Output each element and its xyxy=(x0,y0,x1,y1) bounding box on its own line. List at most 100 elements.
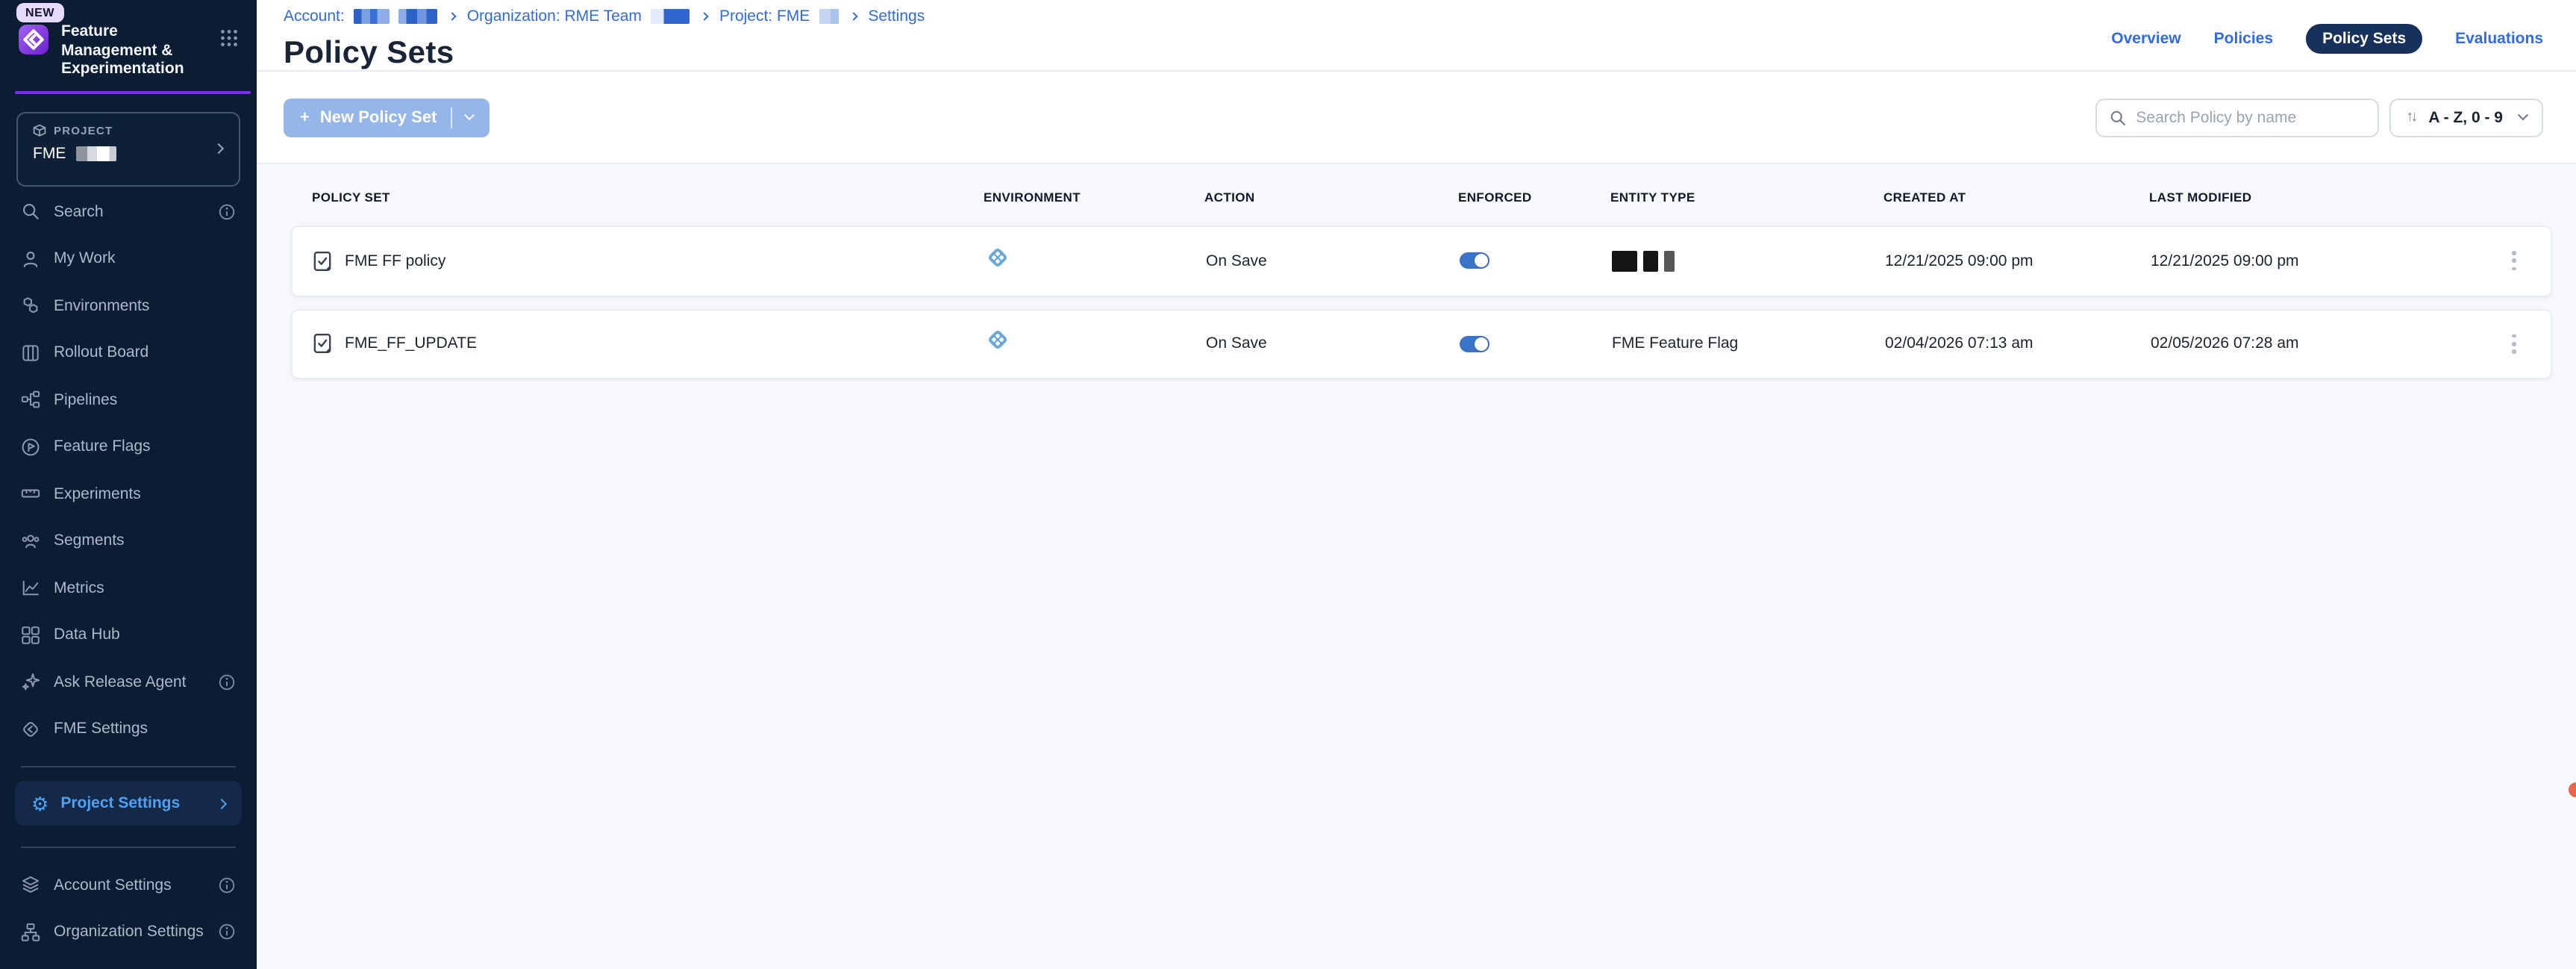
sidebar-item-label: Pipelines xyxy=(54,391,117,409)
policy-set-table: POLICY SET ENVIRONMENT ACTION ENFORCED E… xyxy=(257,164,2576,969)
breadcrumb-organization[interactable]: Organization: RME Team xyxy=(467,7,642,25)
ruler-icon xyxy=(21,484,40,504)
split-diamond-icon xyxy=(21,720,40,739)
policy-document-icon xyxy=(313,334,331,355)
sidebar-item-ask-release-agent[interactable]: Ask Release Agent xyxy=(0,658,257,705)
policy-document-icon xyxy=(313,251,331,272)
sidebar-item-label: Environments xyxy=(54,297,149,315)
brand-accent-divider xyxy=(15,90,251,94)
enforced-toggle[interactable] xyxy=(1460,253,1489,269)
sidebar-nav: Search My Work Environments Rollout Boar… xyxy=(0,188,257,956)
button-divider xyxy=(450,107,451,128)
user-icon xyxy=(21,249,40,269)
environment-icon xyxy=(985,245,1010,270)
search-icon xyxy=(21,202,40,222)
sidebar-item-data-hub[interactable]: Data Hub xyxy=(0,611,257,658)
sidebar-item-account-settings[interactable]: Account Settings xyxy=(0,861,257,909)
breadcrumb-settings[interactable]: Settings xyxy=(868,7,925,25)
brand-title: Feature Management & Experimentation xyxy=(61,22,207,78)
row-menu-kebab-icon[interactable] xyxy=(2507,246,2522,277)
new-policy-set-label: New Policy Set xyxy=(320,108,437,126)
search-icon xyxy=(2109,108,2127,126)
action-value: On Save xyxy=(1206,252,1460,270)
sidebar-item-label: Experiments xyxy=(54,485,141,503)
org-chart-gear-icon xyxy=(21,923,40,942)
policy-set-name[interactable]: FME FF policy xyxy=(345,252,446,270)
cube-icon xyxy=(33,124,46,137)
sidebar-item-fme-settings[interactable]: FME Settings xyxy=(0,705,257,753)
redacted-account-value xyxy=(354,9,390,24)
tab-policy-sets[interactable]: Policy Sets xyxy=(2306,24,2422,54)
info-icon[interactable] xyxy=(218,203,236,221)
column-header-entity-type: ENTITY TYPE xyxy=(1610,189,1883,204)
column-header-environment: ENVIRONMENT xyxy=(984,189,1204,204)
new-policy-set-button[interactable]: + New Policy Set xyxy=(284,98,489,137)
sidebar-item-feature-flags[interactable]: Feature Flags xyxy=(0,423,257,470)
grid-squares-icon xyxy=(21,626,40,645)
gear-icon: ⚙ xyxy=(31,794,49,813)
column-header-enforced: ENFORCED xyxy=(1458,189,1610,204)
sidebar-item-label: My Work xyxy=(54,250,115,268)
tab-overview[interactable]: Overview xyxy=(2111,30,2180,48)
last-modified-value: 12/21/2025 09:00 pm xyxy=(2151,252,2443,270)
row-menu-kebab-icon[interactable] xyxy=(2507,328,2522,360)
pipeline-flow-icon xyxy=(21,390,40,410)
search-input[interactable] xyxy=(2136,108,2366,126)
chevron-right-icon xyxy=(216,798,227,808)
column-header-last-modified: LAST MODIFIED xyxy=(2149,189,2442,204)
layers-gear-icon xyxy=(21,876,40,895)
redacted-org-value xyxy=(651,9,690,24)
project-label: PROJECT xyxy=(54,124,113,137)
action-value: On Save xyxy=(1206,335,1460,353)
tab-evaluations[interactable]: Evaluations xyxy=(2455,30,2543,48)
info-icon[interactable] xyxy=(218,876,236,894)
board-columns-icon xyxy=(21,343,40,363)
sidebar-item-label: FME Settings xyxy=(54,720,148,738)
app-switcher-icon[interactable] xyxy=(219,28,239,48)
sidebar-item-label: Account Settings xyxy=(54,876,172,894)
sort-dropdown[interactable]: ↑↓ A - Z, 0 - 9 xyxy=(2389,98,2543,137)
policy-set-name[interactable]: FME_FF_UPDATE xyxy=(345,335,477,353)
sort-label: A - Z, 0 - 9 xyxy=(2428,108,2503,126)
sidebar-item-search[interactable]: Search xyxy=(0,188,257,235)
environment-icon xyxy=(985,328,1010,353)
sidebar-item-segments[interactable]: Segments xyxy=(0,517,257,564)
toolbar: + New Policy Set ↑↓ A - Z, 0 - 9 xyxy=(257,72,2576,164)
enforced-toggle[interactable] xyxy=(1460,336,1489,352)
flag-circle-icon xyxy=(21,437,40,457)
sidebar-item-pipelines[interactable]: Pipelines xyxy=(0,376,257,423)
hexagons-icon xyxy=(21,296,40,316)
sidebar-item-environments[interactable]: Environments xyxy=(0,282,257,329)
policy-search xyxy=(2095,98,2379,137)
info-icon[interactable] xyxy=(218,673,236,691)
column-header-policy-set: POLICY SET xyxy=(312,189,984,204)
sparkles-icon xyxy=(21,673,40,692)
sidebar-item-project-settings[interactable]: ⚙ Project Settings xyxy=(15,781,242,826)
project-selector[interactable]: PROJECT FME xyxy=(16,112,240,187)
sidebar-item-rollout-board[interactable]: Rollout Board xyxy=(0,329,257,376)
line-chart-icon xyxy=(21,579,40,598)
app-window: NEW Feature Management & Experimentation xyxy=(0,0,2576,969)
project-name: FME xyxy=(33,145,66,163)
app-logo-icon xyxy=(18,24,49,55)
redacted-account-value xyxy=(398,9,437,24)
main-content: Account: Organization: RME Team Project:… xyxy=(257,0,2576,969)
info-icon[interactable] xyxy=(218,923,236,941)
table-row[interactable]: FME_FF_UPDATE On Save FME Feature Flag 0… xyxy=(291,308,2552,379)
sidebar-item-label: Feature Flags xyxy=(54,438,151,456)
breadcrumb-account[interactable]: Account: xyxy=(284,7,345,25)
sidebar-item-my-work[interactable]: My Work xyxy=(0,235,257,282)
breadcrumb-project[interactable]: Project: FME xyxy=(719,7,810,25)
sidebar-item-label: Rollout Board xyxy=(54,344,149,362)
table-row[interactable]: FME FF policy On Save 12/21/2025 09:00 p… xyxy=(291,225,2552,296)
sidebar-item-metrics[interactable]: Metrics xyxy=(0,564,257,611)
chevron-down-icon[interactable] xyxy=(463,110,474,120)
sidebar-item-label: Organization Settings xyxy=(54,923,204,941)
page-header: Account: Organization: RME Team Project:… xyxy=(257,0,2576,72)
plus-icon: + xyxy=(300,108,310,126)
sidebar-item-organization-settings[interactable]: Organization Settings xyxy=(0,909,257,956)
sidebar-item-label: Segments xyxy=(54,532,125,550)
sidebar-item-experiments[interactable]: Experiments xyxy=(0,470,257,517)
tab-policies[interactable]: Policies xyxy=(2214,30,2273,48)
sidebar: NEW Feature Management & Experimentation xyxy=(0,0,257,969)
